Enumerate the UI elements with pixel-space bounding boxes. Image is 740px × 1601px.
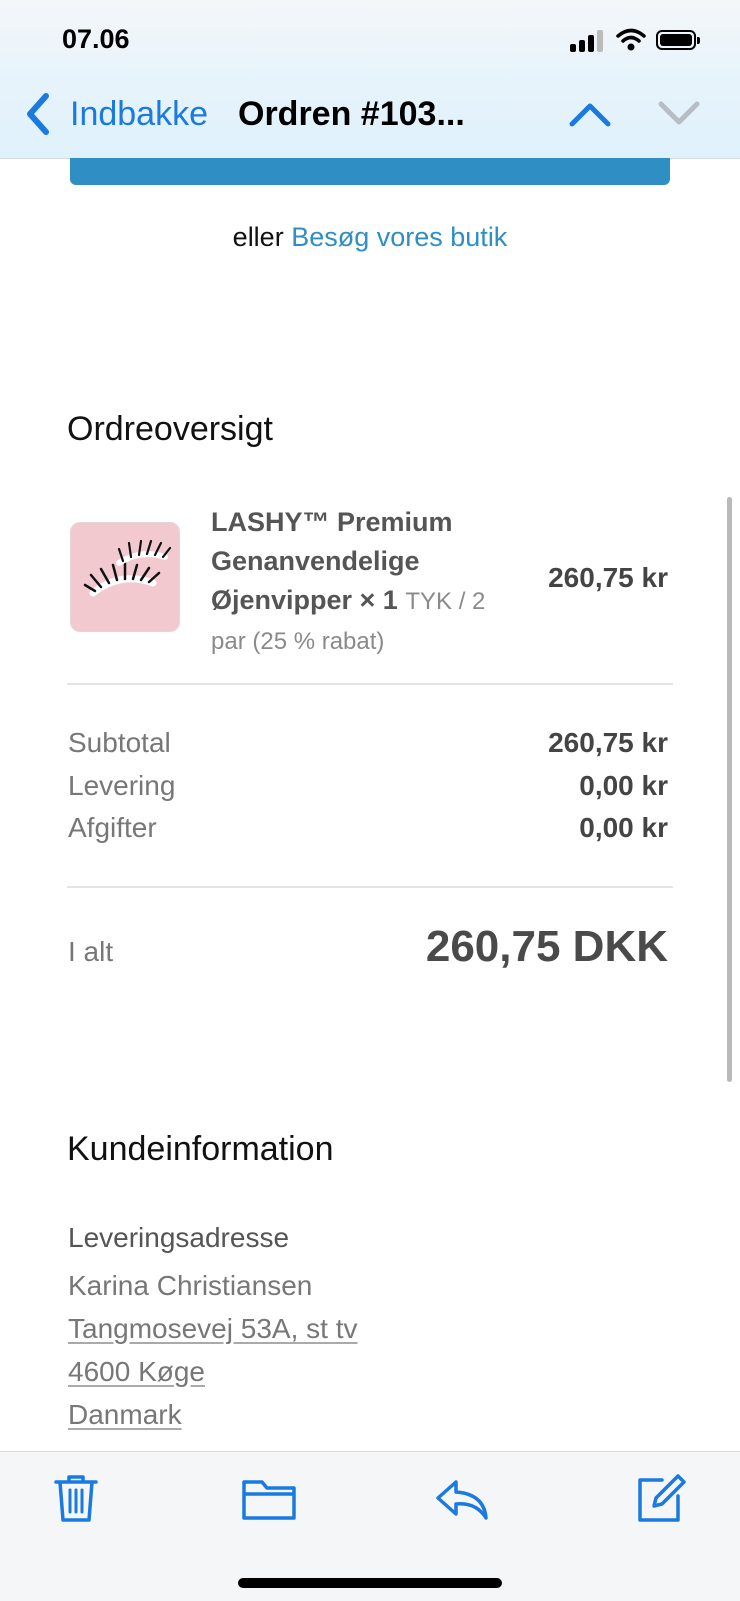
message-subject-title: Ordren #103... — [238, 95, 465, 133]
or-text: eller — [232, 222, 284, 252]
divider — [67, 683, 673, 685]
order-summary-heading: Ordreoversigt — [67, 410, 273, 448]
previous-message-icon[interactable] — [568, 100, 612, 128]
eyelash-icon — [83, 539, 172, 597]
view-order-button[interactable] — [70, 158, 670, 185]
back-chevron-icon[interactable] — [22, 92, 52, 136]
back-button[interactable]: Indbakke — [70, 95, 208, 134]
customer-info-heading: Kundeinformation — [67, 1130, 334, 1168]
shipping-value: 0,00 kr — [579, 770, 668, 801]
address-city-link[interactable]: 4600 Køge — [68, 1356, 205, 1388]
visit-shop-link[interactable]: Besøg vores butik — [291, 222, 507, 252]
customer-name: Karina Christiansen — [68, 1270, 313, 1301]
scrollbar[interactable] — [727, 497, 732, 1082]
subtotal-label: Subtotal — [68, 727, 171, 758]
folder-icon[interactable] — [240, 1470, 298, 1526]
trash-icon[interactable] — [48, 1470, 104, 1526]
total-label: I alt — [68, 936, 114, 967]
total-value: 260,75 DKK — [425, 922, 668, 971]
subtotal-value: 260,75 kr — [548, 727, 668, 758]
divider — [67, 886, 673, 888]
product-name: LASHY™ Premium Genanvendelige Øjenvipper… — [211, 503, 506, 661]
visit-shop-line: eller Besøg vores butik — [0, 222, 740, 253]
battery-icon — [656, 30, 700, 50]
shipping-address-heading: Leveringsadresse — [68, 1222, 290, 1253]
next-message-icon[interactable] — [657, 100, 701, 128]
wifi-icon — [616, 28, 646, 51]
taxes-label: Afgifter — [68, 812, 157, 843]
cellular-signal-icon — [570, 30, 604, 52]
product-price: 260,75 kr — [548, 562, 668, 593]
compose-icon[interactable] — [632, 1470, 688, 1526]
reply-icon[interactable] — [432, 1470, 492, 1526]
address-country-link[interactable]: Danmark — [68, 1399, 182, 1431]
shipping-label: Levering — [68, 770, 176, 801]
product-image — [70, 522, 180, 632]
home-indicator[interactable] — [238, 1578, 502, 1588]
status-time: 07.06 — [62, 24, 130, 54]
mail-header: 07.06 Indbakke Ordren #103... — [0, 0, 740, 159]
taxes-value: 0,00 kr — [579, 812, 668, 843]
address-street-link[interactable]: Tangmosevej 53A, st tv — [68, 1313, 357, 1345]
